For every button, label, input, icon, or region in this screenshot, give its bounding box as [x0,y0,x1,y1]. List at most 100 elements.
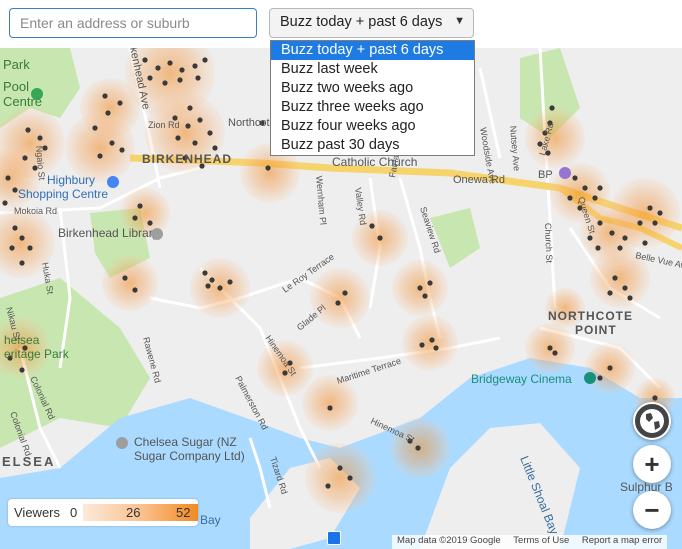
map-attribution: Map data ©2019 Google Terms of Use Repor… [392,535,668,549]
viewer-dot [97,153,103,159]
road-label-mokoia: Mokoia Rd [14,206,57,216]
map-label-highbury-shopping: Shopping Centre [18,187,108,201]
viewer-dot [205,283,211,289]
viewer-dot [572,175,578,181]
viewer-dot [192,140,198,146]
viewer-dot [627,295,633,301]
viewer-dot [607,365,613,371]
map-label-chelsea-sugar: Chelsea Sugar (NZ [134,435,237,449]
map-label-point: POINT [575,323,617,337]
viewer-dot [185,123,191,129]
viewer-dot [597,375,603,381]
viewer-dot [325,483,331,489]
period-option[interactable]: Buzz last week [271,60,474,79]
viewer-dot [547,345,553,351]
viewer-dot [609,230,615,236]
viewer-dot [652,395,658,401]
viewer-dot [37,135,43,141]
period-option[interactable]: Buzz three weeks ago [271,98,474,117]
map-label-chelsea: ELSEA [2,454,55,469]
viewer-dot [217,285,223,291]
zoom-out-button[interactable]: − [633,491,671,529]
viewer-dot [212,145,218,151]
viewer-dot [167,60,173,66]
legend-mid: 26 [126,505,141,520]
report-error-link[interactable]: Report a map error [582,535,662,546]
viewer-dot [422,293,428,299]
viewer-dot [195,75,201,81]
viewer-dot [132,215,138,221]
viewer-dot [617,245,623,251]
heat-blob [305,443,375,513]
period-option[interactable]: Buzz two weeks ago [271,79,474,98]
viewer-dot [622,235,628,241]
viewer-dot [227,279,233,285]
period-option[interactable]: Buzz today + past 6 days [271,41,474,60]
viewers-legend: Viewers 0 26 52 [8,499,198,526]
heat-blob [102,255,158,311]
viewer-dot [335,300,341,306]
period-option[interactable]: Buzz four weeks ago [271,117,474,136]
factory-icon [116,437,128,449]
viewer-dot [369,223,375,229]
road-label-church: Church St [543,223,554,264]
map-label-park: Park [3,57,30,72]
viewer-dot [22,155,28,161]
viewer-dot [19,235,25,241]
viewer-dot [433,345,439,351]
viewer-dot [637,220,643,226]
viewer-dot [187,105,193,111]
viewer-dot [175,135,181,141]
viewer-dot [132,287,138,293]
viewer-dot [342,290,348,296]
viewer-dot [9,245,15,251]
map-label-bp: BP [538,169,553,181]
address-search-input[interactable] [9,8,257,38]
map-label-northcote: Northcote [228,117,276,129]
viewer-dot [552,350,558,356]
viewer-dot [12,225,18,231]
viewer-dot [595,245,601,251]
heat-blob [525,108,585,168]
viewer-dot [207,130,213,136]
map-label-bridgeway: Bridgeway Cinema [471,372,572,386]
viewer-dot [177,77,183,83]
google-logo-icon[interactable] [327,531,341,545]
viewer-dot [192,63,198,69]
viewer-dot [19,260,25,266]
viewer-dot [209,277,215,283]
legend-min: 0 [70,505,78,520]
viewer-dot [155,65,161,71]
viewer-dot [202,270,208,276]
viewer-dot [117,100,123,106]
viewer-dot [122,275,128,281]
viewer-dot [582,185,588,191]
viewer-dot [265,165,271,171]
viewer-dot [2,200,8,206]
park-icon [31,88,43,100]
viewer-dot [92,125,98,131]
viewer-dot [419,342,425,348]
globe-icon [640,409,664,433]
viewer-dot [429,337,435,343]
viewer-dot [327,405,333,411]
zoom-in-button[interactable]: + [633,445,671,483]
cinema-icon [584,372,596,384]
viewer-dot [417,285,423,291]
viewer-dot [597,185,603,191]
legend-max: 52 [176,505,191,520]
viewer-dot [25,127,31,133]
period-select[interactable]: Buzz today + past 6 days ▼ [269,8,474,38]
viewer-dot [647,205,653,211]
heat-blob [402,315,458,371]
shopping-icon [107,176,119,188]
viewer-dot [607,290,613,296]
viewer-dot [162,80,168,86]
viewer-dot [415,445,421,451]
terms-link[interactable]: Terms of Use [513,535,569,546]
viewer-dot [567,195,573,201]
viewer-dot [19,367,25,373]
viewer-dot [179,67,185,73]
period-option[interactable]: Buzz past 30 days [271,136,474,155]
globe-button[interactable] [633,402,671,440]
